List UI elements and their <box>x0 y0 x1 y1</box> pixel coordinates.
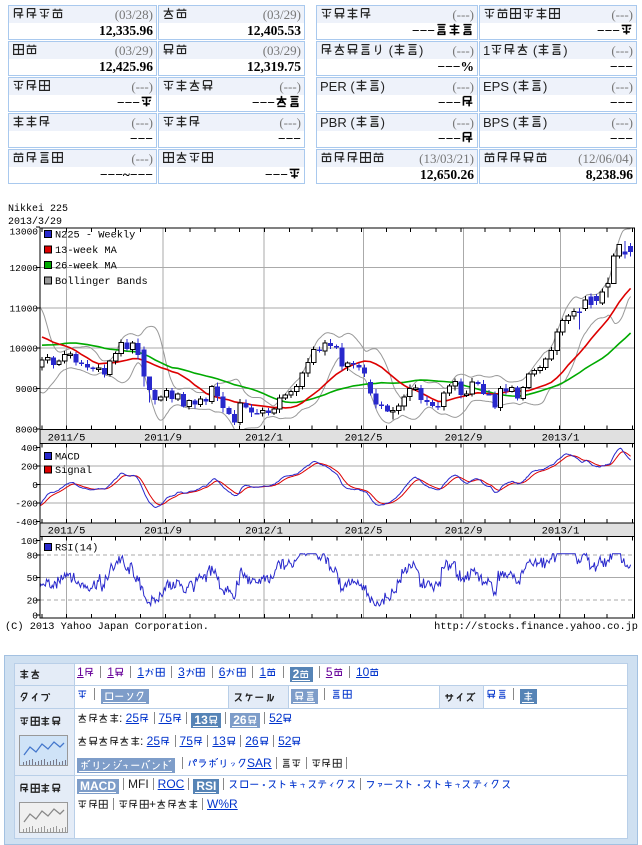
svg-text:2011/5: 2011/5 <box>48 525 86 537</box>
svg-text:2012/1: 2012/1 <box>245 525 283 537</box>
svg-text:2012/9: 2012/9 <box>445 432 483 444</box>
svg-text:RSI(14): RSI(14) <box>55 543 98 555</box>
svg-text:20: 20 <box>27 596 39 607</box>
svg-text:10000: 10000 <box>9 344 38 355</box>
svg-text:400: 400 <box>21 443 38 454</box>
svg-text:Nikkei 225: Nikkei 225 <box>8 203 68 215</box>
svg-text:Signal: Signal <box>55 465 92 477</box>
svg-text:200: 200 <box>21 461 38 472</box>
svg-text:-400: -400 <box>15 517 38 528</box>
svg-text:Bollinger Bands: Bollinger Bands <box>55 276 148 288</box>
svg-text:0: 0 <box>32 480 38 491</box>
svg-text:2012/5: 2012/5 <box>345 525 383 537</box>
svg-text:9000: 9000 <box>15 384 38 395</box>
svg-text:2011/9: 2011/9 <box>144 432 182 444</box>
svg-text:50: 50 <box>27 573 39 584</box>
svg-text:http://stocks.finance.yahoo.co: http://stocks.finance.yahoo.co.jp <box>434 621 638 633</box>
svg-text:2013/1: 2013/1 <box>542 432 580 444</box>
svg-text:2012/9: 2012/9 <box>445 525 483 537</box>
svg-text:2013/1: 2013/1 <box>542 525 580 537</box>
svg-text:100: 100 <box>21 536 38 547</box>
svg-text:2011/9: 2011/9 <box>144 525 182 537</box>
svg-text:-200: -200 <box>15 498 38 509</box>
svg-text:2011/5: 2011/5 <box>48 432 86 444</box>
svg-text:N225 - Weekly: N225 - Weekly <box>55 230 135 242</box>
svg-text:80: 80 <box>27 551 39 562</box>
svg-text:2012/5: 2012/5 <box>345 432 383 444</box>
svg-text:8000: 8000 <box>15 425 38 436</box>
svg-text:MACD: MACD <box>55 452 80 464</box>
svg-text:26-week MA: 26-week MA <box>55 261 118 273</box>
svg-text:13000: 13000 <box>9 227 38 238</box>
svg-text:11000: 11000 <box>9 303 38 314</box>
svg-text:2012/1: 2012/1 <box>245 432 283 444</box>
svg-text:0: 0 <box>32 611 38 622</box>
svg-text:(C) 2013 Yahoo Japan Corporati: (C) 2013 Yahoo Japan Corporation. <box>5 621 209 633</box>
svg-text:13-week MA: 13-week MA <box>55 245 118 257</box>
svg-text:12000: 12000 <box>9 263 38 274</box>
